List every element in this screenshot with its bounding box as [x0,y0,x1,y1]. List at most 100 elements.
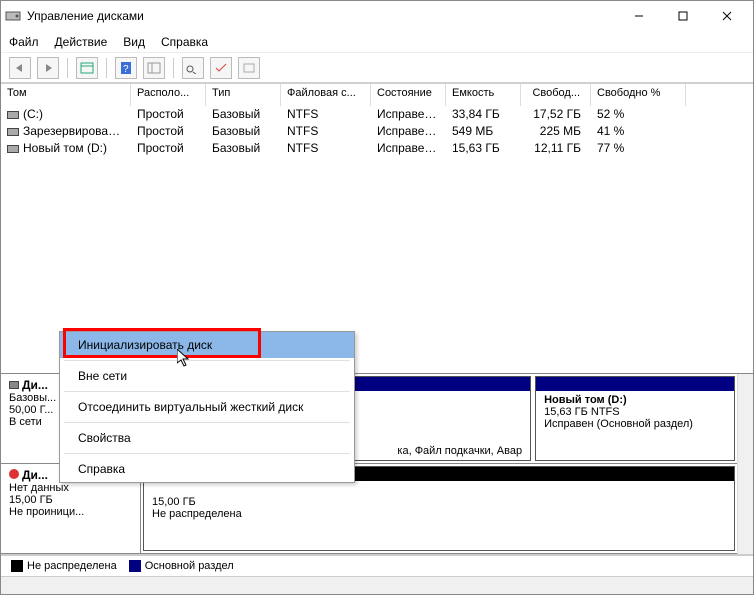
titlebar: Управление дисками [1,1,753,31]
menu-view[interactable]: Вид [123,35,145,49]
list-view-button[interactable] [182,57,204,79]
status-bar [1,576,753,594]
disk-1-size: 15,00 ГБ [9,494,53,506]
legend-unallocated: Не распределена [27,560,117,572]
volume-table: Том Располо... Тип Файловая с... Состоян… [1,83,753,157]
ctx-separator [64,391,350,392]
legend-bar: Не распределена Основной раздел [1,554,753,576]
app-icon [5,8,21,24]
check-toolbar-button[interactable] [210,57,232,79]
toolbar-separator [173,58,174,78]
volume-table-header: Том Располо... Тип Файловая с... Состоян… [1,84,753,106]
volume-icon [7,111,19,119]
disk-offline-icon [9,469,19,479]
part-sizefs: 15,63 ГБ NTFS [544,406,620,418]
disk-0-type: Базовы... [9,392,56,404]
cell: 15,63 ГБ [446,140,521,157]
ctx-offline[interactable]: Вне сети [60,363,354,389]
cell: Простой [131,140,206,157]
disk-hdr-icon [9,381,19,389]
cell: 52 % [591,106,686,123]
cell: Базовый [206,123,281,140]
grid-toolbar-button[interactable] [238,57,260,79]
ctx-separator [64,422,350,423]
col-layout[interactable]: Располо... [131,84,206,106]
ctx-detach-vhd[interactable]: Отсоединить виртуальный жесткий диск [60,394,354,420]
volume-table-body: (C:) Простой Базовый NTFS Исправен... 33… [1,106,753,157]
svg-text:?: ? [123,64,129,75]
cell: Простой [131,123,206,140]
table-row[interactable]: Новый том (D:) Простой Базовый NTFS Испр… [1,140,753,157]
disk-0-size: 50,00 Г... [9,404,53,416]
disk-1-name: Ди... [22,468,48,482]
part-name: Новый том (D:) [544,394,627,406]
cell: 33,84 ГБ [446,106,521,123]
close-button[interactable] [705,1,749,31]
cell: Новый том (D:) [23,141,107,155]
ctx-help[interactable]: Справка [60,456,354,482]
table-row[interactable]: Зарезервировано... Простой Базовый NTFS … [1,123,753,140]
cell: Базовый [206,106,281,123]
toolbar-separator [67,58,68,78]
disk-0-name: Ди... [22,378,48,392]
part-status: Исправен (Основной раздел) [544,418,693,430]
cell: 225 МБ [521,123,591,140]
cell: 17,52 ГБ [521,106,591,123]
disk-1-type: Нет данных [9,482,69,494]
cell: 41 % [591,123,686,140]
legend-swatch-unallocated [11,560,23,572]
cell: Базовый [206,140,281,157]
menu-action[interactable]: Действие [55,35,108,49]
cell: 549 МБ [446,123,521,140]
part-size: 15,00 ГБ [152,496,196,508]
ctx-separator [64,453,350,454]
disk-management-window: Управление дисками Файл Действие Вид Спр… [0,0,754,595]
cell: (C:) [23,107,43,121]
disk-context-menu: Инициализировать диск Вне сети Отсоедини… [59,331,355,483]
cell: Исправен... [371,106,446,123]
ctx-properties[interactable]: Свойства [60,425,354,451]
col-free[interactable]: Свобод... [521,84,591,106]
col-volume[interactable]: Том [1,84,131,106]
disk-pane-scrollbar[interactable] [737,374,753,554]
part-status-tail: ка, Файл подкачки, Авар [397,445,522,457]
col-free-pct[interactable]: Свободно % [591,84,686,106]
maximize-button[interactable] [661,1,705,31]
cell: Исправен... [371,140,446,157]
partition-bar [536,377,734,391]
volume-icon [7,145,19,153]
legend-swatch-primary [129,560,141,572]
refresh-toolbar-button[interactable] [143,57,165,79]
volume-icon [7,128,19,136]
window-title: Управление дисками [27,9,617,23]
disk-0-status: В сети [9,416,42,428]
menu-help[interactable]: Справка [161,35,208,49]
cell: 12,11 ГБ [521,140,591,157]
cell: 77 % [591,140,686,157]
col-filesystem[interactable]: Файловая с... [281,84,371,106]
legend-primary: Основной раздел [145,560,234,572]
back-button[interactable] [9,57,31,79]
props-toolbar-button[interactable] [76,57,98,79]
menu-file[interactable]: Файл [9,35,39,49]
part-status: Не распределена [152,508,242,520]
table-row[interactable]: (C:) Простой Базовый NTFS Исправен... 33… [1,106,753,123]
disk-1-status: Не проиници... [9,506,84,518]
forward-button[interactable] [37,57,59,79]
disk-0-part-2[interactable]: Новый том (D:) 15,63 ГБ NTFS Исправен (О… [535,376,735,461]
cell: NTFS [281,123,371,140]
col-capacity[interactable]: Емкость [446,84,521,106]
menu-bar: Файл Действие Вид Справка [1,31,753,53]
col-status[interactable]: Состояние [371,84,446,106]
help-toolbar-button[interactable]: ? [115,57,137,79]
toolbar: ? [1,53,753,83]
toolbar-separator [106,58,107,78]
cell: Зарезервировано... [23,124,131,138]
minimize-button[interactable] [617,1,661,31]
cell: Простой [131,106,206,123]
cell: Исправен... [371,123,446,140]
ctx-initialize-disk[interactable]: Инициализировать диск [60,332,354,358]
cell: NTFS [281,140,371,157]
col-type[interactable]: Тип [206,84,281,106]
cell: NTFS [281,106,371,123]
